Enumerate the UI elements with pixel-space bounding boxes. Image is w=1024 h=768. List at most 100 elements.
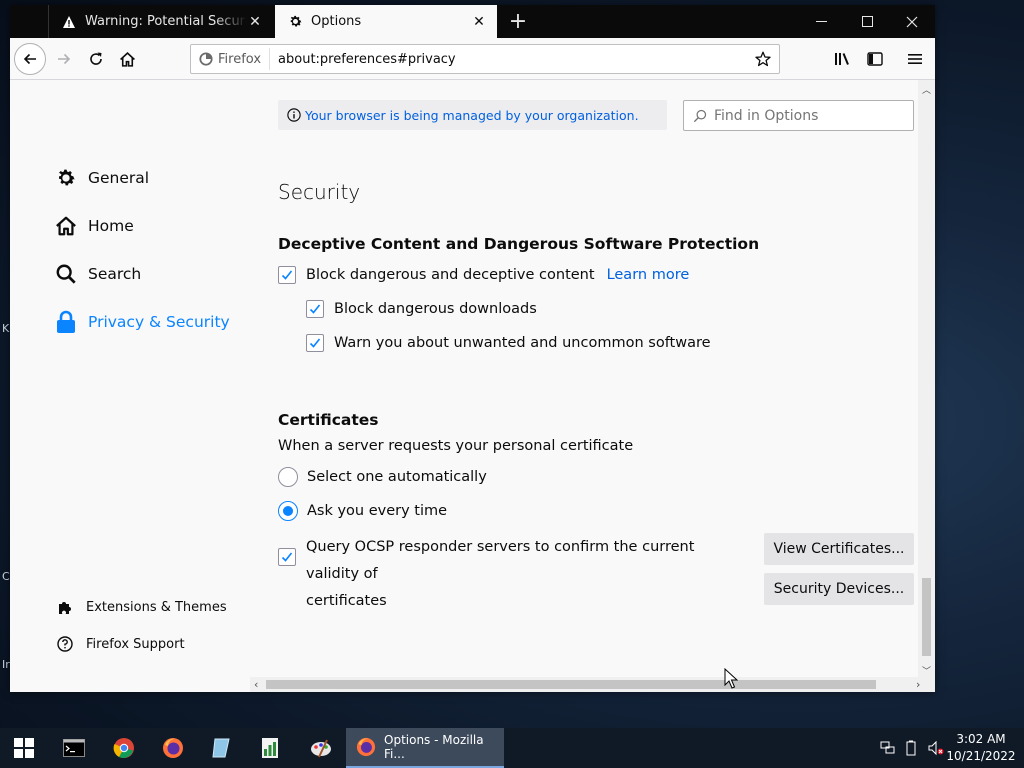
category-label: General	[88, 169, 150, 187]
spreadsheet-icon[interactable]	[254, 732, 286, 764]
close-window-button[interactable]	[889, 5, 935, 38]
tab-label: Warning: Potential Security Risk Ahead	[85, 14, 247, 29]
scroll-up-icon[interactable]: ︿	[922, 83, 931, 96]
vertical-scrollbar[interactable]: ︿ ﹀	[918, 80, 935, 677]
tab-strip: Warning: Potential Security Risk Ahead ✕…	[10, 5, 935, 38]
task-label: Options - Mozilla Fi...	[384, 733, 484, 761]
close-tab-icon[interactable]: ✕	[471, 14, 487, 30]
desktop-icon-label: Ir	[2, 658, 10, 671]
certificate-description: When a server requests your personal cer…	[278, 438, 634, 454]
managed-text[interactable]: Your browser is being managed by your or…	[305, 108, 639, 123]
warn-unwanted-checkbox[interactable]	[306, 334, 324, 352]
back-button[interactable]	[14, 43, 46, 75]
preferences-page: Your browser is being managed by your or…	[10, 80, 935, 692]
desktop-icon-label: K	[2, 322, 10, 335]
category-privacy-security[interactable]: Privacy & Security	[54, 310, 230, 334]
firefox-support-link[interactable]: Firefox Support	[56, 635, 185, 653]
ask-every-time-radio[interactable]	[278, 501, 298, 521]
bookmark-star-icon[interactable]	[753, 49, 773, 69]
battery-icon[interactable]	[906, 728, 916, 768]
category-home[interactable]: Home	[54, 214, 134, 238]
block-dangerous-label[interactable]: Block dangerous and deceptive content	[306, 267, 595, 283]
system-clock[interactable]: 3:02 AM 10/21/2022	[946, 731, 1016, 765]
taskbar: Options - Mozilla Fi... 3:02 AM 10/21/20…	[0, 728, 1024, 768]
new-tab-button[interactable]: +	[506, 9, 530, 34]
view-certificates-button[interactable]: View Certificates...	[764, 533, 914, 565]
terminal-icon[interactable]	[58, 732, 90, 764]
select-auto-radio[interactable]	[278, 467, 298, 487]
deceptive-content-heading: Deceptive Content and Dangerous Software…	[278, 235, 760, 253]
security-heading: Security	[278, 180, 361, 204]
tab-options[interactable]: Options ✕	[275, 5, 497, 38]
ask-every-time-row: Ask you every time	[278, 501, 447, 521]
close-tab-icon[interactable]: ✕	[247, 14, 263, 30]
find-in-options[interactable]	[683, 100, 914, 131]
scroll-down-icon[interactable]: ﹀	[922, 664, 931, 677]
horizontal-scroll-thumb[interactable]	[266, 680, 876, 689]
select-auto-label[interactable]: Select one automatically	[307, 469, 487, 485]
clock-time: 3:02 AM	[956, 732, 1006, 746]
taskbar-firefox-task[interactable]: Options - Mozilla Fi...	[346, 728, 504, 768]
lock-icon	[54, 310, 78, 334]
block-downloads-label[interactable]: Block dangerous downloads	[334, 301, 537, 317]
url-bar[interactable]: Firefox about:preferences#privacy	[190, 44, 780, 74]
maximize-button[interactable]	[844, 5, 890, 38]
block-dangerous-row: Block dangerous and deceptive content Le…	[278, 266, 689, 284]
gear-icon	[287, 14, 303, 30]
chrome-icon[interactable]	[108, 732, 140, 764]
search-icon	[693, 109, 707, 123]
back-arrow-icon	[23, 53, 36, 65]
hamburger-icon	[908, 54, 922, 64]
ocsp-label[interactable]: Query OCSP responder servers to confirm …	[306, 534, 746, 615]
menu-button[interactable]	[899, 43, 931, 75]
start-button[interactable]	[8, 732, 40, 764]
home-button[interactable]	[111, 43, 143, 75]
puzzle-icon	[56, 598, 74, 616]
ocsp-label-line: Query OCSP responder servers to confirm …	[306, 539, 695, 582]
tab-warning[interactable]: Warning: Potential Security Risk Ahead ✕	[48, 5, 273, 38]
forward-arrow-icon	[58, 53, 71, 65]
category-label: Search	[88, 265, 142, 283]
ask-every-time-label[interactable]: Ask you every time	[307, 503, 447, 519]
checkmark-icon	[281, 270, 293, 280]
warn-unwanted-label[interactable]: Warn you about unwanted and uncommon sof…	[334, 335, 711, 351]
identity-box[interactable]: Firefox	[191, 48, 271, 70]
extensions-themes-link[interactable]: Extensions & Themes	[56, 598, 227, 616]
sidebar-icon	[867, 52, 883, 66]
scroll-left-icon[interactable]: ‹	[254, 678, 258, 691]
footer-label: Extensions & Themes	[86, 599, 227, 615]
volume-muted-icon[interactable]	[928, 728, 944, 768]
navigation-toolbar: Firefox about:preferences#privacy	[10, 38, 935, 80]
url-text[interactable]: about:preferences#privacy	[278, 52, 753, 67]
ocsp-checkbox[interactable]	[278, 548, 296, 566]
help-icon	[56, 635, 74, 653]
identity-label: Firefox	[218, 51, 262, 67]
library-button[interactable]	[827, 43, 859, 75]
reload-button[interactable]	[80, 43, 112, 75]
gear-icon	[54, 166, 78, 190]
learn-more-link[interactable]: Learn more	[607, 267, 690, 283]
firefox-taskbar-icon[interactable]	[157, 732, 189, 764]
network-icon[interactable]	[880, 728, 896, 768]
warn-unwanted-row: Warn you about unwanted and uncommon sof…	[306, 334, 711, 352]
select-auto-row: Select one automatically	[278, 467, 487, 487]
policies-notice[interactable]: Your browser is being managed by your or…	[278, 100, 667, 130]
minimize-button[interactable]	[798, 5, 844, 38]
block-dangerous-checkbox[interactable]	[278, 266, 296, 284]
category-general[interactable]: General	[54, 166, 149, 190]
block-downloads-checkbox[interactable]	[306, 300, 324, 318]
find-input[interactable]	[712, 106, 906, 125]
home-icon	[54, 214, 78, 238]
security-devices-button[interactable]: Security Devices...	[764, 573, 914, 605]
checkmark-icon	[281, 552, 293, 562]
horizontal-scrollbar[interactable]: ‹ ›	[250, 677, 935, 692]
app-icon[interactable]	[205, 732, 237, 764]
forward-button[interactable]	[48, 43, 80, 75]
vertical-scroll-thumb[interactable]	[922, 578, 931, 656]
scroll-right-icon[interactable]: ›	[916, 678, 920, 691]
category-search[interactable]: Search	[54, 262, 141, 286]
paint-icon[interactable]	[305, 732, 337, 764]
sidebar-toggle-button[interactable]	[859, 43, 891, 75]
windows-logo-icon	[14, 738, 34, 758]
firefox-icon	[356, 737, 376, 757]
